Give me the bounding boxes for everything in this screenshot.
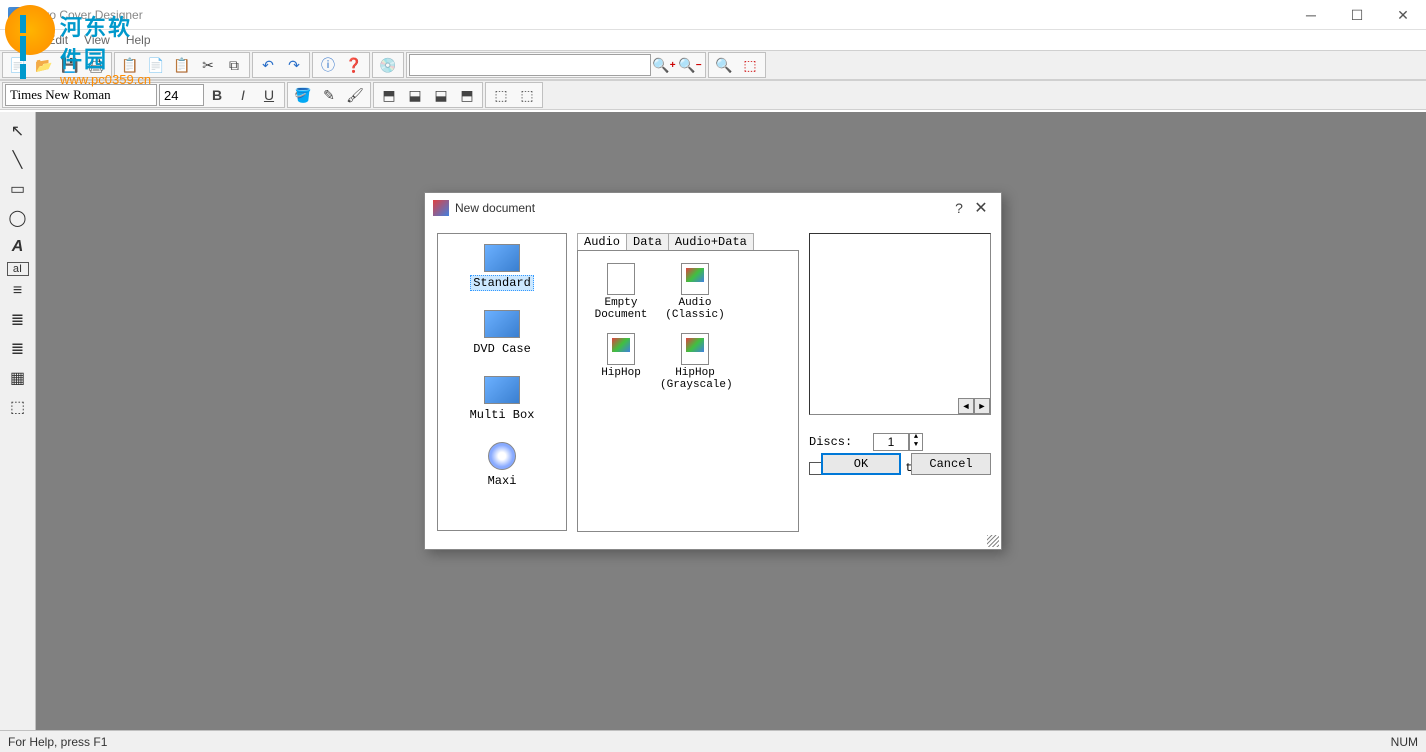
template-dvd-case[interactable]: DVD Case: [442, 304, 562, 370]
cover-type-dropdown[interactable]: [409, 54, 651, 76]
titlebar: Nero Cover Designer ─ ☐ ✕: [0, 0, 1426, 30]
doc-hiphop-grayscale[interactable]: HipHop (Grayscale): [660, 329, 730, 395]
cut-icon[interactable]: ✂: [196, 53, 220, 77]
line-tool-icon[interactable]: ╲: [4, 146, 32, 174]
pen-icon[interactable]: ✎: [317, 83, 341, 107]
dialog-close-icon[interactable]: ✕: [969, 198, 993, 218]
zoom-out-icon[interactable]: 🔍−: [678, 53, 702, 77]
disc-icon[interactable]: 💿: [376, 53, 400, 77]
cancel-button[interactable]: Cancel: [911, 453, 991, 475]
group-icon[interactable]: ⬚: [489, 83, 513, 107]
document-type-tabs: Audio Data Audio+Data Empty Document Aud…: [577, 233, 799, 531]
template-maxi[interactable]: Maxi: [442, 436, 562, 502]
undo-icon[interactable]: ↶: [256, 53, 280, 77]
doc-empty[interactable]: Empty Document: [586, 259, 656, 325]
dialog-titlebar: New document ? ✕: [425, 193, 1001, 223]
fill-icon[interactable]: 🪣: [291, 83, 315, 107]
close-button[interactable]: ✕: [1380, 0, 1426, 30]
brush-icon[interactable]: 🖌: [343, 83, 367, 107]
open-icon[interactable]: 📂: [32, 53, 56, 77]
app-icon: [8, 7, 24, 23]
info-icon[interactable]: ⓘ: [316, 53, 340, 77]
window-controls: ─ ☐ ✕: [1288, 0, 1426, 30]
font-family-select[interactable]: [5, 84, 157, 106]
italic-icon[interactable]: I: [231, 83, 255, 107]
redo-icon[interactable]: ↷: [282, 53, 306, 77]
template-multi-box[interactable]: Multi Box: [442, 370, 562, 436]
tab-audio[interactable]: Audio: [577, 233, 627, 250]
dialog-help-icon[interactable]: ?: [949, 200, 969, 216]
textbox-tool-icon[interactable]: aI: [7, 262, 29, 276]
discs-spinner[interactable]: ▲▼: [909, 433, 923, 451]
image-tool-icon[interactable]: ▦: [4, 364, 32, 392]
send-backward-icon[interactable]: ⬓: [429, 83, 453, 107]
new-document-dialog: New document ? ✕ Standard DVD Case Multi…: [424, 192, 1002, 550]
ungroup-icon[interactable]: ⬚: [515, 83, 539, 107]
rectangle-tool-icon[interactable]: ▭: [4, 175, 32, 203]
doc-hiphop[interactable]: HipHop: [586, 329, 656, 395]
template-list[interactable]: Standard DVD Case Multi Box Maxi: [437, 233, 567, 531]
paste-icon[interactable]: 📄: [144, 53, 168, 77]
discs-input[interactable]: [873, 433, 909, 451]
zoom-region-icon[interactable]: ⬚: [738, 53, 762, 77]
paste2-icon[interactable]: 📋: [170, 53, 194, 77]
menu-view[interactable]: View: [76, 31, 118, 49]
zoom-fit-icon[interactable]: 🔍: [712, 53, 736, 77]
template-standard[interactable]: Standard: [442, 238, 562, 304]
tab-audio-data[interactable]: Audio+Data: [668, 233, 754, 250]
statusbar: For Help, press F1 NUM: [0, 730, 1426, 752]
bring-front-icon[interactable]: ⬒: [377, 83, 401, 107]
tracklist-tool-icon[interactable]: ≡: [4, 277, 32, 305]
menu-help[interactable]: Help: [118, 31, 159, 49]
tracklist2-tool-icon[interactable]: ≣: [4, 306, 32, 334]
ok-button[interactable]: OK: [821, 453, 901, 475]
help-icon[interactable]: ❓: [342, 53, 366, 77]
send-back-icon[interactable]: ⬒: [455, 83, 479, 107]
font-size-select[interactable]: [159, 84, 204, 106]
preview-box: ◄ ►: [809, 233, 991, 415]
status-help-text: For Help, press F1: [8, 735, 107, 749]
text-tool-icon[interactable]: A: [4, 233, 32, 261]
pointer-tool-icon[interactable]: ↖: [4, 117, 32, 145]
dialog-title-text: New document: [455, 201, 949, 215]
dialog-icon: [433, 200, 449, 216]
preview-pager: ◄ ►: [958, 398, 990, 414]
copy-icon[interactable]: 📋: [118, 53, 142, 77]
field-tool-icon[interactable]: ⬚: [4, 393, 32, 421]
duplicate-icon[interactable]: ⧉: [222, 53, 246, 77]
preview-prev-icon[interactable]: ◄: [958, 398, 974, 414]
menu-edit[interactable]: Edit: [39, 31, 76, 49]
discs-label: Discs:: [809, 435, 873, 449]
print-icon[interactable]: 🖨: [84, 53, 108, 77]
tracklist3-tool-icon[interactable]: ≣: [4, 335, 32, 363]
tool-palette: ↖ ╲ ▭ ◯ A aI ≡ ≣ ≣ ▦ ⬚: [0, 112, 36, 730]
toolbar-format: B I U 🪣 ✎ 🖌 ⬒ ⬓ ⬓ ⬒ ⬚ ⬚: [0, 80, 1426, 110]
underline-icon[interactable]: U: [257, 83, 281, 107]
maximize-button[interactable]: ☐: [1334, 0, 1380, 30]
menu-file[interactable]: File: [4, 31, 39, 49]
minimize-button[interactable]: ─: [1288, 0, 1334, 30]
bring-forward-icon[interactable]: ⬓: [403, 83, 427, 107]
document-list: Empty Document Audio (Classic) HipHop Hi…: [577, 250, 799, 532]
save-icon[interactable]: 💾: [58, 53, 82, 77]
preview-next-icon[interactable]: ►: [974, 398, 990, 414]
tab-data[interactable]: Data: [626, 233, 669, 250]
new-icon[interactable]: 📄: [6, 53, 30, 77]
zoom-in-icon[interactable]: 🔍+: [652, 53, 676, 77]
resize-grip-icon[interactable]: [987, 535, 999, 547]
toolbar-main: 📄 📂 💾 🖨 📋 📄 📋 ✂ ⧉ ↶ ↷ ⓘ ❓ 💿 🔍+ 🔍− 🔍 ⬚: [0, 50, 1426, 80]
bold-icon[interactable]: B: [205, 83, 229, 107]
status-num: NUM: [1391, 735, 1418, 749]
preview-area: ◄ ► Discs: ▲▼ Create new template OK Can…: [809, 233, 991, 475]
app-title: Nero Cover Designer: [30, 8, 143, 22]
ellipse-tool-icon[interactable]: ◯: [4, 204, 32, 232]
menubar: File Edit View Help: [0, 30, 1426, 50]
doc-audio-classic[interactable]: Audio (Classic): [660, 259, 730, 325]
